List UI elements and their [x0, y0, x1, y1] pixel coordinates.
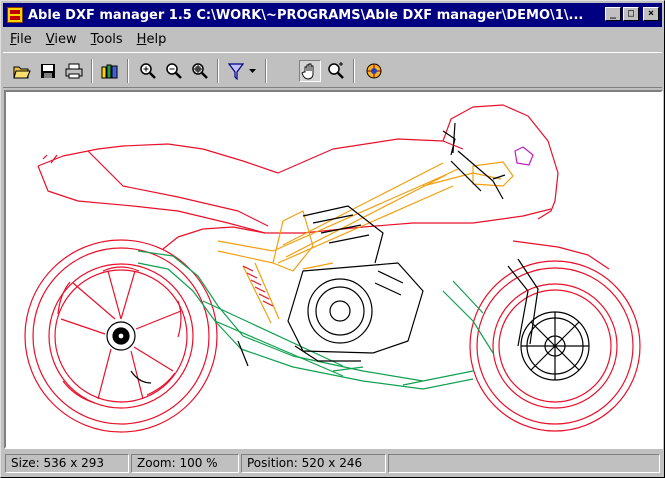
caption-buttons: _ □ ×	[605, 7, 659, 21]
app-icon[interactable]	[7, 7, 23, 23]
layers-icon	[101, 64, 118, 79]
status-empty-panel	[388, 454, 660, 473]
zoom-out-icon	[166, 63, 182, 79]
toolbar-separator	[217, 59, 219, 83]
open-button[interactable]	[11, 60, 33, 82]
layers-button[interactable]	[99, 60, 121, 82]
zoom-extents-button[interactable]	[189, 60, 211, 82]
open-icon	[13, 66, 31, 79]
filter-button[interactable]	[225, 60, 259, 82]
render-button[interactable]	[363, 60, 385, 82]
dropdown-arrow-icon[interactable]	[249, 68, 257, 74]
pan-hand-icon	[301, 63, 314, 80]
front-disc	[520, 311, 590, 381]
maximize-button[interactable]: □	[623, 7, 639, 21]
zoom-extents-icon	[192, 63, 208, 79]
dxf-drawing	[24, 104, 641, 433]
zoom-in-button[interactable]	[137, 60, 159, 82]
toolbar-separator	[265, 59, 267, 83]
menu-view[interactable]: View	[39, 32, 84, 47]
menu-bar: File View Tools Help	[3, 28, 173, 50]
toolbar-separator	[353, 59, 355, 83]
zoom-window-icon	[328, 62, 344, 79]
zoom-out-button[interactable]	[163, 60, 185, 82]
menu-help[interactable]: Help	[130, 32, 174, 47]
render-icon	[366, 63, 382, 79]
status-size: Size: 536 x 293	[5, 454, 129, 473]
filter-icon	[227, 63, 245, 80]
rear-shock	[242, 265, 274, 307]
zoom-in-icon	[140, 63, 156, 79]
close-button[interactable]: ×	[643, 7, 659, 21]
status-bar: Size: 536 x 293 Zoom: 100 % Position: 52…	[3, 453, 662, 475]
title-bar[interactable]: Able DXF manager 1.5 C:\WORK\~PROGRAMS\A…	[3, 3, 662, 27]
zoom-window-button[interactable]	[325, 60, 347, 82]
drawing-canvas[interactable]	[4, 90, 663, 449]
print-icon	[65, 63, 83, 79]
save-button[interactable]	[37, 60, 59, 82]
rear-hub	[106, 321, 136, 351]
toolbar	[3, 52, 662, 88]
save-icon	[41, 64, 55, 78]
status-zoom: Zoom: 100 %	[131, 454, 239, 473]
window-title: Able DXF manager 1.5 C:\WORK\~PROGRAMS\A…	[28, 7, 584, 23]
bodywork	[37, 104, 610, 270]
accent-parts	[514, 146, 534, 166]
frame	[217, 161, 514, 324]
toolbar-separator	[127, 59, 129, 83]
print-button[interactable]	[63, 60, 85, 82]
app-window: Able DXF manager 1.5 C:\WORK\~PROGRAMS\A…	[0, 0, 665, 478]
pan-button[interactable]	[299, 60, 321, 82]
menu-file[interactable]: File	[3, 32, 39, 47]
minimize-button[interactable]: _	[605, 7, 621, 21]
status-position: Position: 520 x 246	[241, 454, 386, 473]
menu-tools[interactable]: Tools	[84, 32, 130, 47]
toolbar-separator	[91, 59, 93, 83]
